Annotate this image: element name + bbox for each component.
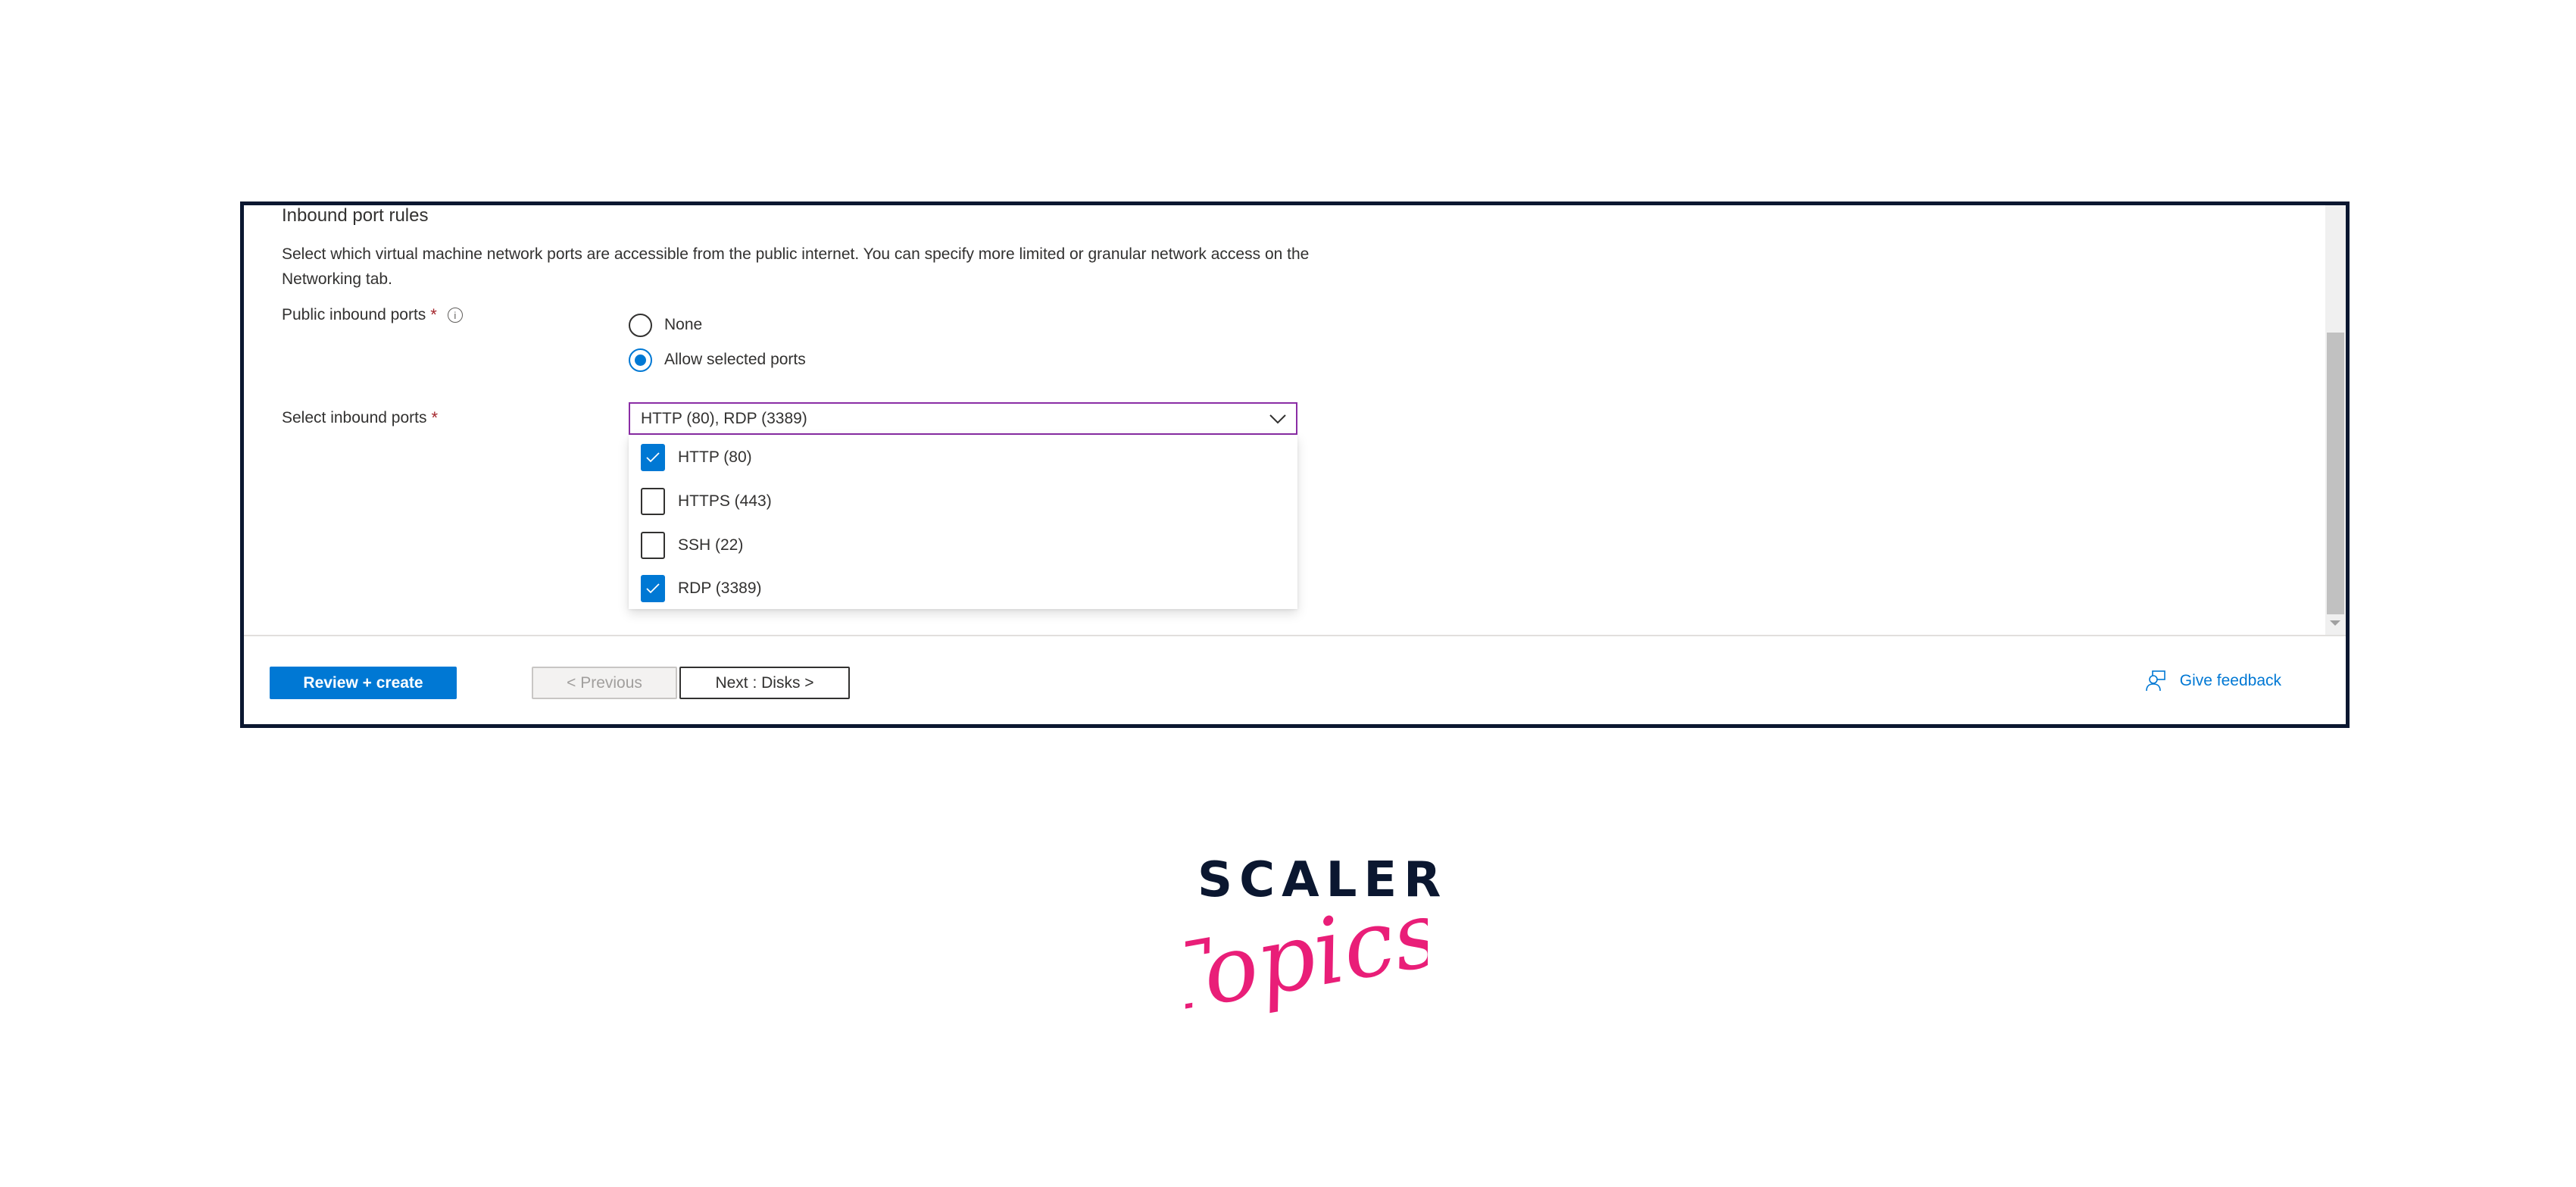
section-title: Inbound port rules <box>282 205 429 226</box>
radio-button-unselected[interactable] <box>629 313 652 337</box>
review-create-button[interactable]: Review + create <box>270 667 457 699</box>
option-ssh[interactable]: SSH (22) <box>641 530 743 561</box>
option-label: HTTPS (443) <box>678 492 772 510</box>
vertical-scrollbar[interactable] <box>2325 205 2346 635</box>
inbound-ports-options-list: HTTP (80) HTTPS (443) SSH (22) RDP (3389… <box>629 435 1297 609</box>
option-label: SSH (22) <box>678 536 744 554</box>
section-description: Select which virtual machine network por… <box>282 245 1310 288</box>
public-inbound-ports-radio-group: None Allow selected ports <box>629 308 806 377</box>
scroll-down-arrow-icon[interactable] <box>2330 620 2340 626</box>
scaler-topics-logo: SCALER Topics <box>1185 852 1441 1049</box>
give-feedback-label: Give feedback <box>2179 672 2281 689</box>
radio-button-selected[interactable] <box>629 348 652 372</box>
option-rdp[interactable]: RDP (3389) <box>641 573 762 604</box>
option-label: RDP (3389) <box>678 579 762 597</box>
next-disks-button[interactable]: Next : Disks > <box>679 667 850 699</box>
option-http[interactable]: HTTP (80) <box>641 442 752 473</box>
screenshot-frame: Inbound port rules Select which virtual … <box>240 201 2350 728</box>
select-inbound-ports-label-text: Select inbound ports <box>282 409 427 426</box>
scrollbar-thumb[interactable] <box>2327 333 2344 614</box>
required-marker: * <box>430 305 437 324</box>
select-inbound-ports-dropdown[interactable]: HTTP (80), RDP (3389) <box>629 402 1297 435</box>
checkbox-checked[interactable] <box>641 575 665 602</box>
logo-topics-text: Topics <box>1185 898 1428 1036</box>
required-marker: * <box>431 408 439 427</box>
give-feedback-link[interactable]: Give feedback <box>2145 670 2281 692</box>
checkbox-unchecked[interactable] <box>641 488 665 515</box>
dropdown-value: HTTP (80), RDP (3389) <box>641 409 807 427</box>
public-inbound-ports-label-text: Public inbound ports <box>282 306 426 323</box>
checkmark-icon <box>646 452 660 463</box>
logo-topics-script: Topics <box>1185 898 1428 1036</box>
chevron-down-icon[interactable] <box>1269 411 1287 426</box>
feedback-person-icon <box>2145 670 2165 692</box>
radio-label: None <box>664 316 703 333</box>
checkbox-checked[interactable] <box>641 444 665 471</box>
previous-button[interactable]: < Previous <box>532 667 677 699</box>
option-https[interactable]: HTTPS (443) <box>641 486 772 517</box>
info-icon[interactable]: i <box>447 308 463 323</box>
checkmark-icon <box>646 583 660 594</box>
select-inbound-ports-label: Select inbound ports * <box>282 408 438 428</box>
radio-none[interactable]: None <box>629 308 806 342</box>
public-inbound-ports-label: Public inbound ports * i <box>282 305 463 325</box>
option-label: HTTP (80) <box>678 448 752 466</box>
footer-bar: Review + create < Previous Next : Disks … <box>244 636 2346 724</box>
radio-allow-selected-ports[interactable]: Allow selected ports <box>629 342 806 377</box>
checkbox-unchecked[interactable] <box>641 532 665 559</box>
form-content: Inbound port rules Select which virtual … <box>244 205 2346 635</box>
radio-label: Allow selected ports <box>664 351 806 368</box>
